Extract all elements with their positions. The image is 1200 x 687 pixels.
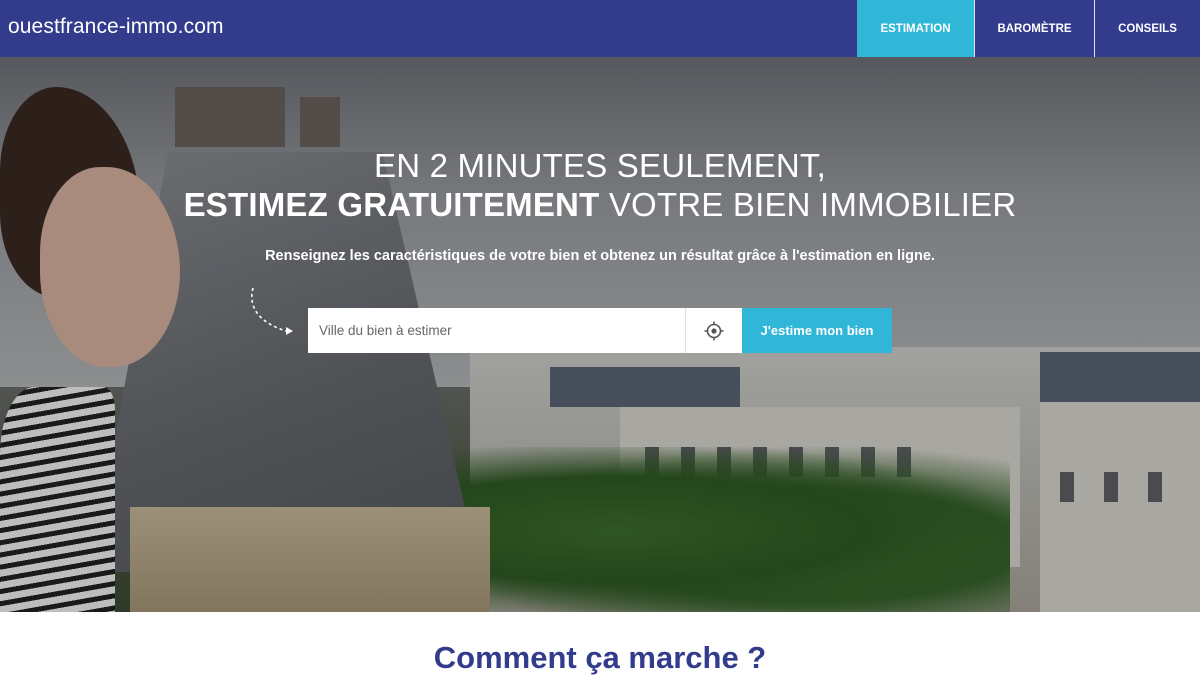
dotted-arrow-icon — [251, 287, 293, 335]
nav-barometre[interactable]: BAROMÈTRE — [974, 0, 1094, 57]
hero-subtitle: Renseignez les caractéristiques de votre… — [265, 248, 935, 264]
nav-estimation[interactable]: ESTIMATION — [857, 0, 974, 57]
nav-conseils[interactable]: CONSEILS — [1094, 0, 1200, 57]
crosshair-icon — [704, 321, 724, 340]
how-it-works-title: Comment ça marche ? — [433, 640, 767, 675]
hero-banner: EN 2 MINUTES SEULEMENT, ESTIMEZ GRATUITE… — [0, 57, 1200, 612]
hero-headline: EN 2 MINUTES SEULEMENT, ESTIMEZ GRATUITE… — [0, 147, 1200, 225]
hero-headline-line2: ESTIMEZ GRATUITEMENT VOTRE BIEN IMMOBILI… — [0, 185, 1200, 225]
main-nav: ESTIMATION BAROMÈTRE CONSEILS — [857, 0, 1200, 57]
site-logo[interactable]: ouestfrance-immo.com — [8, 15, 224, 39]
city-search-box — [308, 308, 742, 353]
hero-headline-line1: EN 2 MINUTES SEULEMENT, — [373, 147, 827, 184]
estimate-button[interactable]: J'estime mon bien — [742, 308, 892, 353]
city-search-input[interactable] — [308, 308, 685, 353]
site-header: ouestfrance-immo.com ESTIMATION BAROMÈTR… — [0, 0, 1200, 57]
geolocate-button[interactable] — [685, 308, 742, 353]
hero-headline-rest: VOTRE BIEN IMMOBILIER — [599, 186, 1017, 223]
hero-headline-bold: ESTIMEZ GRATUITEMENT — [183, 186, 600, 223]
